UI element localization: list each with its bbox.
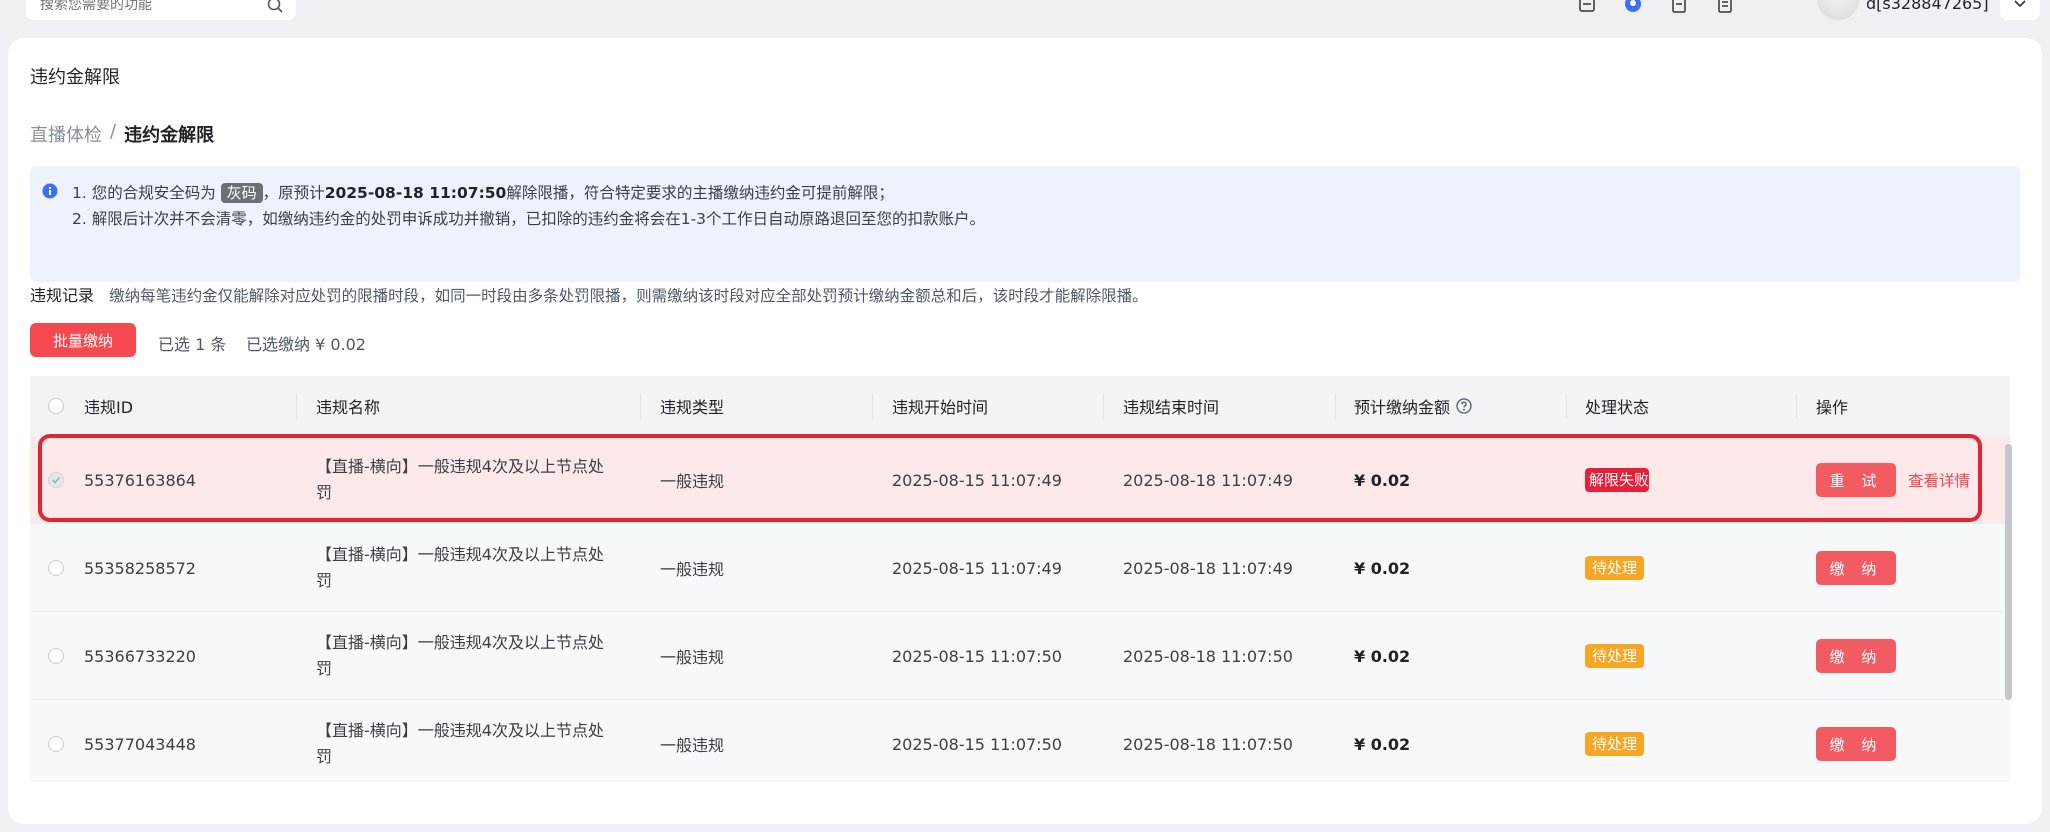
cell-amount: ¥ 0.02 [1354,470,1411,490]
security-code-tag: 灰码 [220,183,263,203]
view-details-link[interactable]: 查看详情 [1908,469,1970,491]
cell-id: 55376163864 [84,470,196,490]
cell-start-time: 2025-08-15 11:07:50 [892,646,1062,666]
cell-name: 【直播-横向】一般违规4次及以上节点处罚 [316,457,604,502]
cell-end-time: 2025-08-18 11:07:50 [1123,734,1293,754]
cell-amount: ¥ 0.02 [1354,734,1411,754]
chevron-down-icon [2014,0,2026,8]
cell-end-time: 2025-08-18 11:07:49 [1123,558,1293,578]
notice-line-2: 2. 解限后计次并不会清零，如缴纳违约金的处罚申诉成功并撤销，已扣除的违约金将会… [72,210,986,228]
selected-amount: 已选缴纳 ¥ 0.02 [246,335,366,354]
username[interactable]: d[s328847265] [1866,0,1989,13]
cell-id: 55377043448 [84,734,196,754]
select-all-checkbox[interactable] [48,398,64,414]
row-checkbox[interactable] [48,648,64,664]
cell-name: 【直播-横向】一般违规4次及以上节点处罚 [316,633,604,678]
records-description: 缴纳每笔违约金仅能解除对应处罚的限播时段，如同一时段由多条处罚限播，则需缴纳该时… [109,287,1148,305]
cell-type: 一般违规 [660,560,725,579]
notice-release-time: 2025-08-18 11:07:50 [324,184,507,202]
violation-table: 违规ID 违规名称 违规类型 违规开始时间 违规结束时间 预计缴纳金额 处理状态… [30,376,2020,782]
breadcrumb-parent[interactable]: 直播体检 [30,121,102,147]
cell-type: 一般违规 [660,648,725,667]
info-icon [42,183,58,199]
cell-end-time: 2025-08-18 11:07:50 [1123,646,1293,666]
search-icon[interactable] [266,0,284,14]
document-icon[interactable] [1668,0,1690,16]
top-bar: d[s328847265] [0,0,2050,28]
notice-box: 1. 您的合规安全码为 灰码 ，原预计2025-08-18 11:07:50解除限… [30,166,2020,282]
search-input[interactable] [38,0,266,14]
cell-name: 【直播-横向】一般违规4次及以上节点处罚 [316,545,604,590]
breadcrumb-separator: / [110,121,117,142]
table-header: 违规ID 违规名称 违规类型 违规开始时间 违规结束时间 预计缴纳金额 处理状态… [30,376,2010,436]
records-header: 违规记录 缴纳每笔违约金仅能解除对应处罚的限播时段，如同一时段由多条处罚限播，则… [30,282,1148,306]
service-icon[interactable] [1622,0,1644,16]
col-end-time: 违规结束时间 [1123,398,1220,417]
col-type: 违规类型 [660,398,725,417]
cell-amount: ¥ 0.02 [1354,646,1411,666]
cell-end-time: 2025-08-18 11:07:49 [1123,470,1293,490]
col-start-time: 违规开始时间 [892,398,989,417]
status-badge: 待处理 [1585,644,1645,668]
page-title: 违约金解限 [30,67,120,88]
table-scrollbar-thumb[interactable] [2005,444,2012,700]
notice-line1-prefix: 1. 您的合规安全码为 [72,184,216,202]
question-circle-icon[interactable] [1456,398,1472,414]
cell-type: 一般违规 [660,472,725,491]
account-dropdown[interactable] [2000,0,2040,20]
check-icon [51,476,61,484]
cell-name: 【直播-横向】一般违规4次及以上节点处罚 [316,721,604,766]
col-amount-label: 预计缴纳金额 [1354,398,1451,417]
records-label: 违规记录 [30,286,95,305]
table-row: 55377043448 【直播-横向】一般违规4次及以上节点处罚 一般违规 20… [30,700,2010,782]
cell-type: 一般违规 [660,736,725,755]
message-icon[interactable] [1576,0,1598,16]
status-badge: 待处理 [1585,556,1645,580]
pay-button[interactable]: 缴 纳 [1816,551,1896,585]
status-badge: 待处理 [1585,732,1645,756]
cell-start-time: 2025-08-15 11:07:49 [892,558,1062,578]
retry-button[interactable]: 重 试 [1816,463,1896,497]
col-name: 违规名称 [316,398,381,417]
breadcrumb: 直播体检 / 违约金解限 [30,121,214,147]
cell-start-time: 2025-08-15 11:07:50 [892,734,1062,754]
row-checkbox[interactable] [48,560,64,576]
selected-count: 已选 1 条 [158,335,227,354]
notice-line1-mid: ，原预计 [262,184,325,202]
pay-button[interactable]: 缴 纳 [1816,639,1896,673]
notes-icon[interactable] [1714,0,1736,16]
notice-line-1: 1. 您的合规安全码为 灰码 ，原预计2025-08-18 11:07:50解除限… [44,180,2006,206]
status-badge: 解限失败 [1585,468,1649,492]
notice-line1-suffix: 解除限播，符合特定要求的主播缴纳违约金可提前解限； [506,184,894,202]
cell-start-time: 2025-08-15 11:07:49 [892,470,1062,490]
cell-id: 55366733220 [84,646,196,666]
table-row: 55376163864 【直播-横向】一般违规4次及以上节点处罚 一般违规 20… [30,436,2010,524]
col-amount: 预计缴纳金额 [1354,376,1472,436]
pay-button[interactable]: 缴 纳 [1816,727,1896,761]
avatar[interactable] [1817,0,1859,20]
row-checkbox[interactable] [48,736,64,752]
table-row: 55366733220 【直播-横向】一般违规4次及以上节点处罚 一般违规 20… [30,612,2010,700]
col-status: 处理状态 [1585,398,1650,417]
col-operation: 操作 [1816,398,1849,417]
cell-id: 55358258572 [84,558,196,578]
breadcrumb-current: 违约金解限 [124,125,215,146]
cell-amount: ¥ 0.02 [1354,558,1411,578]
col-id: 违规ID [84,398,134,417]
table-row: 55358258572 【直播-横向】一般违规4次及以上节点处罚 一般违规 20… [30,524,2010,612]
row-checkbox[interactable] [48,472,64,488]
batch-pay-button[interactable]: 批量缴纳 [30,323,136,357]
search-box[interactable] [26,0,296,20]
